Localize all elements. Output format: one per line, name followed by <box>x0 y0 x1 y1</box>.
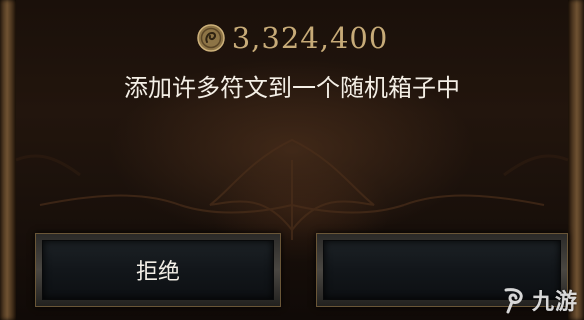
reject-button-face[interactable]: 拒绝 <box>42 240 274 300</box>
cost-row: 3,324,400 <box>0 18 584 58</box>
cost-value: 3,324,400 <box>231 21 389 55</box>
dialog-message: 添加许多符文到一个随机箱子中 <box>124 74 460 102</box>
reject-button-label: 拒绝 <box>135 260 180 285</box>
reject-button[interactable]: 拒绝 <box>35 233 281 307</box>
site-watermark: 九游 <box>498 284 578 316</box>
gold-coin-icon <box>196 24 225 52</box>
reward-dialog: 3,324,400 添加许多符文到一个随机箱子中 拒绝 九游 <box>0 0 584 320</box>
watermark-text: 九游 <box>531 290 578 315</box>
jiuyou-logo-icon <box>504 288 523 314</box>
